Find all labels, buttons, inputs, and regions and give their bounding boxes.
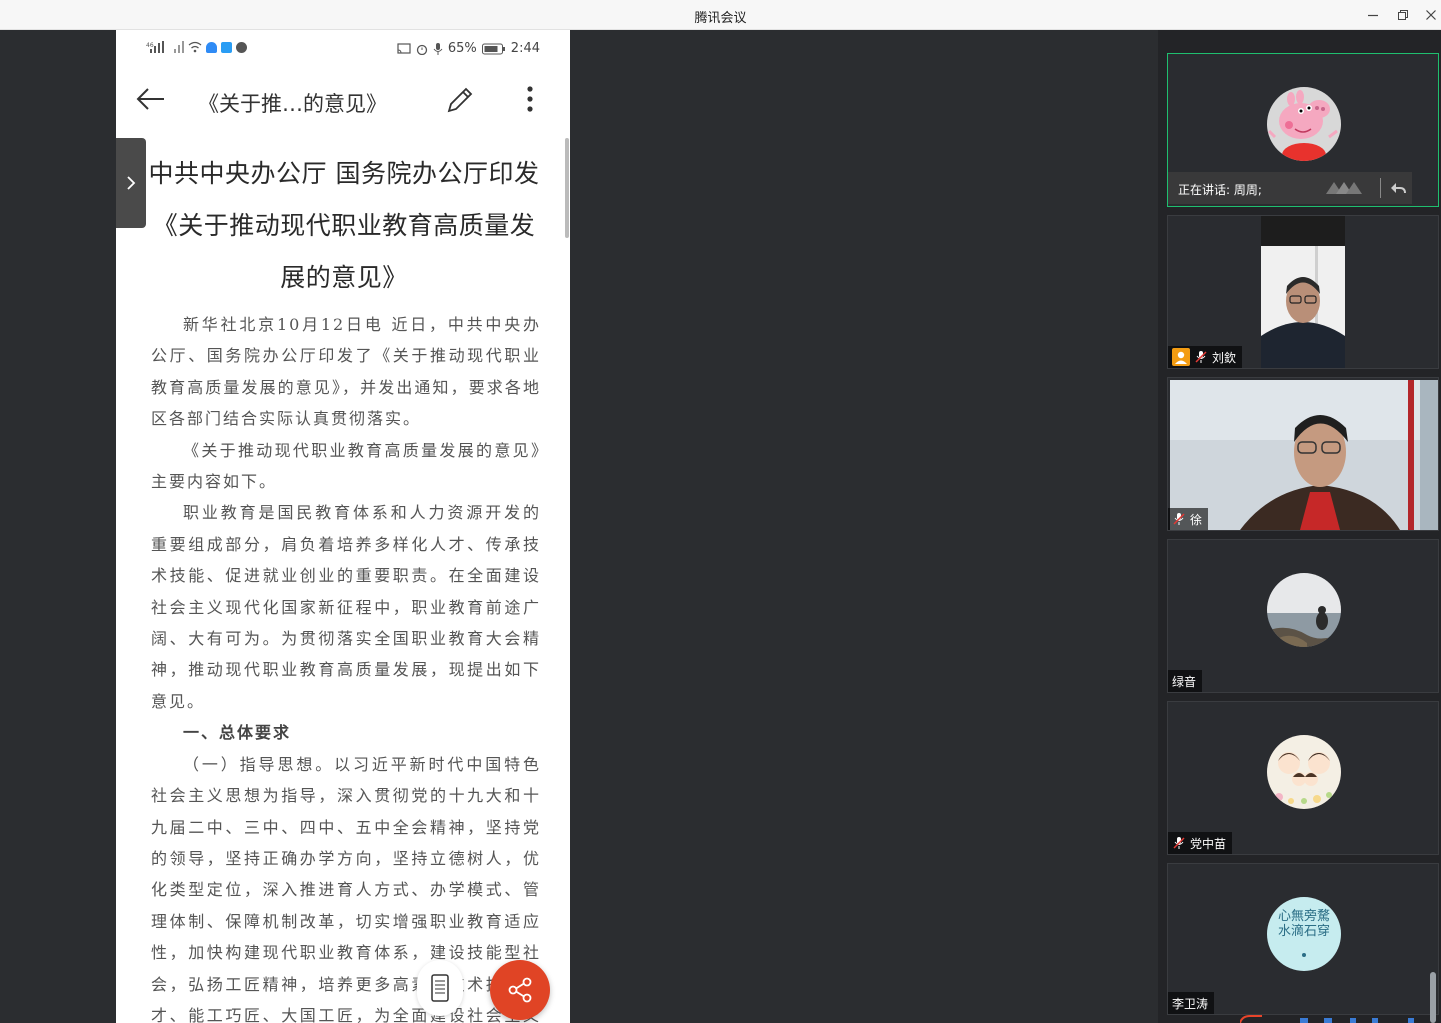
document-view-button[interactable]: [417, 960, 463, 1016]
share-button[interactable]: [490, 960, 550, 1020]
participant-video: [1261, 216, 1345, 368]
participant-name-tag: 徐: [1168, 508, 1209, 530]
avatar: [1267, 87, 1341, 161]
reply-arrow-icon: [1391, 183, 1406, 194]
avatar: [1267, 573, 1341, 647]
more-options-button[interactable]: [520, 84, 540, 116]
document-body: 新华社北京10月12日电 近日，中共中央办公厅、国务院办公厅印发了《关于推动现代…: [151, 309, 541, 1023]
person-video-icon: [1261, 216, 1345, 368]
heading-line: 《关于推动现代职业教育高质量发: [152, 211, 536, 240]
svg-text:46: 46: [146, 42, 154, 49]
shield-icon: [206, 41, 217, 53]
participant-tile[interactable]: 徐: [1167, 377, 1439, 531]
shared-phone-screen: 46 65% 2:44 《关于推…的意见》 中共中央办公厅 国务院办公厅印发 《…: [116, 30, 570, 1023]
restore-icon: [1398, 10, 1408, 20]
chevron-right-icon: [127, 176, 136, 190]
battery-percent: 65%: [447, 41, 477, 56]
participant-name-tag: 党中苗: [1168, 832, 1233, 854]
more-vertical-icon: [527, 86, 533, 112]
participant-panel: 正在讲话: 周周; 刘欽 徐 绿音 党中苗 心無旁騖 水滴石穿 李卫涛: [1158, 30, 1441, 1023]
participant-name: 刘欽: [1212, 350, 1237, 365]
participant-tile[interactable]: 正在讲话: 周周;: [1167, 53, 1439, 207]
cast-icon: [397, 42, 411, 54]
avatar: [1267, 735, 1341, 809]
phone-status-bar: 46 65% 2:44: [116, 30, 570, 66]
clock-time: 2:44: [510, 41, 540, 56]
calligraphy-icon: [1302, 953, 1306, 957]
paragraph: 新华社北京10月12日电 近日，中共中央办公厅、国务院办公厅印发了《关于推动现代…: [151, 315, 541, 429]
divider: [1380, 178, 1381, 198]
chat-icon: [236, 41, 247, 53]
participant-name: 李卫涛: [1172, 996, 1209, 1011]
close-button[interactable]: [1420, 4, 1441, 26]
battery-icon: [481, 43, 505, 54]
document-icon: [431, 974, 449, 1002]
speaking-indicator: 正在讲话: 周周;: [1168, 172, 1412, 204]
section-title: 一、总体要求: [183, 723, 292, 743]
mic-muted-icon: [1173, 513, 1185, 525]
participant-tile[interactable]: 刘欽: [1167, 215, 1439, 369]
avatar: 心無旁騖 水滴石穿: [1267, 897, 1341, 971]
document-content: 中共中央办公厅 国务院办公厅印发 《关于推动现代职业教育高质量发 展的意见》 新…: [116, 138, 570, 1023]
participant-name: 党中苗: [1190, 836, 1227, 851]
return-button[interactable]: [1388, 178, 1408, 198]
signal-2-icon: [174, 41, 184, 53]
participant-tile[interactable]: 绿音: [1167, 539, 1439, 693]
audio-level-icon: [1326, 182, 1362, 194]
participant-name-tag: 绿音: [1168, 670, 1203, 692]
participant-tile[interactable]: 心無旁騖 水滴石穿 李卫涛: [1167, 863, 1439, 1015]
sea-girl-icon: [1267, 573, 1341, 647]
share-icon: [508, 977, 532, 1003]
minimize-icon: [1368, 14, 1378, 17]
mic-muted-icon: [1195, 351, 1207, 363]
paragraph: 职业教育是国民教育体系和人力资源开发的重要组成部分，肩负着培养多样化人才、传承技…: [151, 503, 541, 711]
paragraph: （一）指导思想。以习近平新时代中国特色社会主义思想为指导，深入贯彻党的十九大和十…: [151, 754, 541, 1023]
scrollbar[interactable]: [565, 138, 569, 238]
participant-video: [1170, 380, 1438, 530]
alarm-icon: [416, 44, 428, 55]
participant-name: 绿音: [1172, 674, 1197, 689]
document-heading: 中共中央办公厅 国务院办公厅印发 《关于推动现代职业教育高质量发 展的意见》: [144, 148, 544, 304]
app-q-icon: [221, 41, 232, 53]
restore-button[interactable]: [1392, 4, 1414, 26]
paragraph: 《关于推动现代职业教育高质量发展的意见》主要内容如下。: [151, 440, 541, 492]
close-icon: [1426, 10, 1436, 20]
document-title: 《关于推…的意见》: [198, 92, 387, 116]
participant-name-tag: 刘欽: [1168, 346, 1243, 368]
participant-name: 徐: [1190, 512, 1203, 527]
window-title: 腾讯会议: [694, 11, 747, 26]
heading-line: 展的意见》: [280, 263, 408, 292]
side-drawer-toggle[interactable]: [116, 138, 146, 228]
wifi-icon: [188, 41, 202, 53]
pencil-icon: [447, 87, 473, 113]
document-app-bar: 《关于推…的意见》: [116, 66, 570, 138]
taskbar-partial: [1240, 1015, 1414, 1023]
edit-button[interactable]: [444, 84, 476, 116]
minimize-button[interactable]: [1362, 4, 1384, 26]
mic-muted-icon: [1173, 837, 1185, 849]
peppa-pig-icon: [1267, 87, 1341, 161]
back-button[interactable]: [134, 82, 168, 116]
host-icon: [1172, 348, 1190, 366]
family-cartoon-icon: [1267, 735, 1341, 809]
heading-line: 中共中央办公厅 国务院办公厅印发: [148, 159, 540, 188]
participant-tile[interactable]: 党中苗: [1167, 701, 1439, 855]
person-video-icon: [1170, 380, 1438, 530]
participant-name-tag: 李卫涛: [1168, 992, 1215, 1014]
arrow-left-icon: [136, 88, 164, 110]
speaking-label: 正在讲话: 周周;: [1178, 183, 1262, 197]
window-titlebar: 腾讯会议: [0, 0, 1441, 30]
signal-icon: 46: [146, 41, 164, 53]
microphone-icon: [433, 42, 443, 55]
